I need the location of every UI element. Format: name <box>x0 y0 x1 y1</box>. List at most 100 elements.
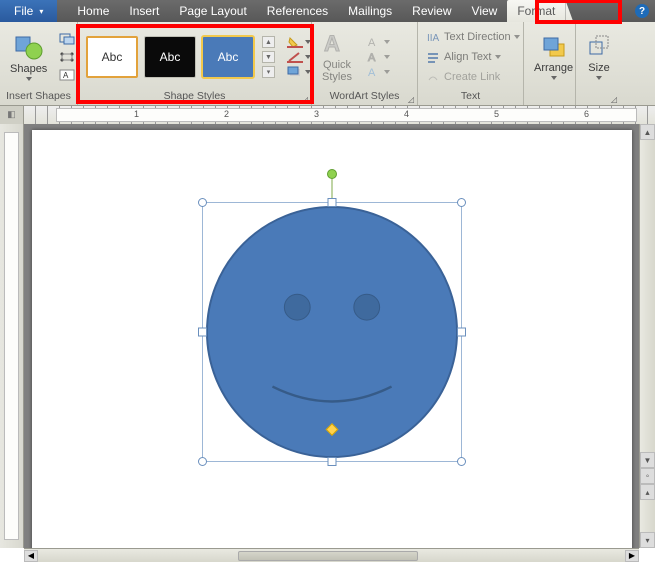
scroll-right-icon[interactable]: ▶ <box>625 550 639 562</box>
resize-handle-bl[interactable] <box>198 457 207 466</box>
ruler-num-2: 2 <box>224 109 229 119</box>
v-ruler-track[interactable] <box>4 132 19 540</box>
svg-text:A: A <box>368 52 376 63</box>
help-icon[interactable]: ? <box>635 4 649 18</box>
chevron-down-icon <box>305 40 311 44</box>
size-button[interactable]: Size <box>580 30 618 84</box>
quick-styles-label: Quick Styles <box>322 59 352 83</box>
horizontal-scrollbar[interactable]: ◀ ▶ <box>24 548 639 562</box>
resize-handle-l[interactable] <box>198 328 207 337</box>
tab-references[interactable]: References <box>257 0 338 22</box>
style-thumb-1[interactable]: Abc <box>86 36 138 78</box>
group-insert-shapes: Shapes A Insert Shapes <box>0 22 78 105</box>
text-outline-button[interactable]: A <box>366 51 396 63</box>
tab-insert[interactable]: Insert <box>119 0 169 22</box>
chevron-down-icon <box>596 76 602 80</box>
tab-page-layout[interactable]: Page Layout <box>169 0 256 22</box>
gallery-scroller: ▲ ▼ ▾ <box>262 36 275 78</box>
group-label-wordart-styles: WordArt Styles <box>316 90 413 104</box>
group-shape-styles: Abc Abc Abc ▲ ▼ ▾ S <box>78 22 312 105</box>
gallery-up-icon[interactable]: ▲ <box>262 36 275 48</box>
scroll-up-icon[interactable]: ▲ <box>640 124 655 140</box>
selection-frame[interactable] <box>202 202 462 462</box>
text-direction-label: Text Direction <box>444 31 511 43</box>
align-text-icon <box>425 49 441 65</box>
ribbon: Shapes A Insert Shapes Abc Abc Abc ▲ ▼ ▾ <box>0 22 655 106</box>
resize-handle-tr[interactable] <box>457 198 466 207</box>
group-label-shape-styles: Shape Styles <box>82 90 307 104</box>
ruler-num-4: 4 <box>404 109 409 119</box>
tab-mailings[interactable]: Mailings <box>338 0 402 22</box>
tab-review[interactable]: Review <box>402 0 461 22</box>
style-thumb-2[interactable]: Abc <box>144 36 196 78</box>
scroll-left-icon[interactable]: ◀ <box>24 550 38 562</box>
edit-points-icon[interactable] <box>59 51 75 63</box>
ruler-num-6: 6 <box>584 109 589 119</box>
chevron-down-icon <box>384 55 390 59</box>
chevron-down-icon <box>384 40 390 44</box>
group-wordart-styles: A Quick Styles A A A WordArt Styles <box>312 22 418 105</box>
resize-handle-br[interactable] <box>457 457 466 466</box>
resize-handle-r[interactable] <box>457 328 466 337</box>
tab-home[interactable]: Home <box>67 0 119 22</box>
arrange-button[interactable]: Arrange <box>528 30 579 84</box>
text-direction-icon: IIA <box>425 29 441 45</box>
size-icon <box>586 34 612 60</box>
page[interactable] <box>32 130 632 548</box>
group-label-insert-shapes: Insert Shapes <box>4 90 73 104</box>
chevron-down-icon <box>305 55 311 59</box>
text-direction-button[interactable]: IIA Text Direction <box>422 28 523 46</box>
shapes-label: Shapes <box>10 63 47 75</box>
tab-view[interactable]: View <box>462 0 508 22</box>
tab-format[interactable]: Format <box>507 0 565 22</box>
gallery-more-icon[interactable]: ▾ <box>262 66 275 78</box>
svg-text:A: A <box>63 71 69 80</box>
vertical-ruler <box>0 124 24 548</box>
align-text-button[interactable]: Align Text <box>422 48 523 66</box>
rotation-handle[interactable] <box>327 169 337 179</box>
document-area[interactable] <box>24 124 639 548</box>
tab-file[interactable]: File▾ <box>0 0 57 22</box>
style-thumb-3[interactable]: Abc <box>202 36 254 78</box>
quick-styles-button[interactable]: A Quick Styles <box>316 27 358 87</box>
svg-text:A: A <box>368 67 376 78</box>
ruler-num-3: 3 <box>314 109 319 119</box>
chevron-down-icon <box>514 35 520 39</box>
svg-text:A: A <box>324 31 340 56</box>
tab-extension <box>565 0 573 22</box>
prev-page-icon[interactable]: ▴ <box>640 484 655 500</box>
create-link-label: Create Link <box>444 71 500 83</box>
ruler-num-1: 1 <box>134 109 139 119</box>
group-size: Size <box>576 22 620 105</box>
wordart-icon: A <box>322 31 352 57</box>
vertical-scrollbar[interactable]: ▲ ▼ ◦ ▴ ▾ <box>639 124 655 548</box>
shapes-gallery-button[interactable]: Shapes <box>4 29 53 85</box>
resize-handle-t[interactable] <box>327 198 336 207</box>
svg-text:A: A <box>368 37 376 48</box>
wordart-tools: A A A <box>366 36 396 78</box>
next-page-icon[interactable]: ▾ <box>640 532 655 548</box>
scroll-down-icon[interactable]: ▼ <box>640 452 655 468</box>
edit-shape-icon[interactable] <box>59 33 75 45</box>
resize-handle-b[interactable] <box>327 457 336 466</box>
browse-object-icon[interactable]: ◦ <box>640 468 655 484</box>
ribbon-tabs: File▾ Home Insert Page Layout References… <box>0 0 655 22</box>
text-effects-button[interactable]: A <box>366 66 396 78</box>
chevron-down-icon <box>551 76 557 80</box>
shape-style-gallery: Abc Abc Abc ▲ ▼ ▾ <box>82 32 279 82</box>
size-label: Size <box>588 62 609 74</box>
text-fill-button[interactable]: A <box>366 36 396 48</box>
edit-shapes-column: A <box>57 31 77 83</box>
gallery-down-icon[interactable]: ▼ <box>262 51 275 63</box>
text-box-icon[interactable]: A <box>59 69 75 81</box>
create-link-button[interactable]: Create Link <box>422 68 523 86</box>
ruler-corner: ◧ <box>0 106 24 124</box>
ruler-num-5: 5 <box>494 109 499 119</box>
scroll-thumb[interactable] <box>238 551 418 561</box>
group-text: IIA Text Direction Align Text Create Lin… <box>418 22 524 105</box>
ruler-track[interactable]: 1 2 3 4 5 6 <box>24 106 655 124</box>
shapes-icon <box>14 33 44 61</box>
arrange-icon <box>540 34 568 60</box>
resize-handle-tl[interactable] <box>198 198 207 207</box>
horizontal-ruler: ◧ 1 2 3 4 5 6 <box>0 106 655 124</box>
